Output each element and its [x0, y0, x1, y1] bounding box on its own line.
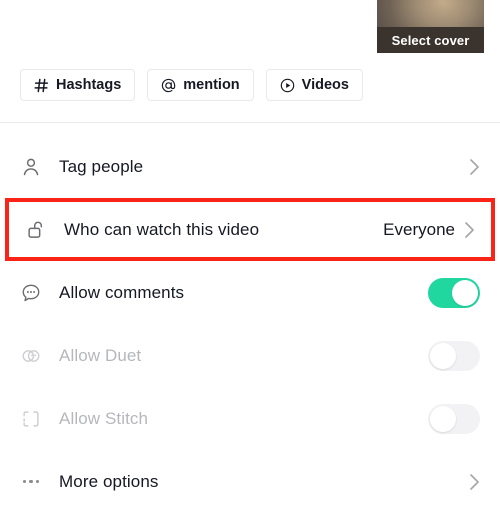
unlock-icon	[23, 217, 49, 243]
post-settings-list: Tag people Who can watch this video Ever…	[0, 135, 500, 513]
toggle-knob	[430, 342, 456, 369]
allow-stitch-toggle[interactable]	[428, 403, 480, 434]
setting-row-who-can-watch[interactable]: Who can watch this video Everyone	[5, 198, 495, 261]
setting-row-more-options[interactable]: More options	[0, 450, 500, 513]
setting-label: Tag people	[59, 156, 144, 176]
caption-tools-row: Hashtags mention Videos	[20, 69, 363, 101]
setting-label: Who can watch this video	[64, 219, 260, 239]
setting-row-allow-comments[interactable]: Allow comments	[0, 261, 500, 324]
videos-button[interactable]: Videos	[265, 69, 363, 101]
allow-duet-toggle[interactable]	[428, 340, 480, 371]
videos-button-label: Videos	[301, 77, 349, 93]
mention-button-label: mention	[183, 77, 240, 93]
toggle-knob	[430, 405, 456, 432]
select-cover-label[interactable]: Select cover	[377, 27, 484, 53]
mention-button[interactable]: mention	[147, 69, 254, 101]
toggle-knob	[452, 279, 478, 306]
allow-comments-toggle[interactable]	[428, 277, 480, 308]
person-icon	[18, 154, 44, 180]
play-circle-icon	[280, 78, 295, 93]
setting-label: More options	[59, 471, 159, 491]
chevron-right-icon	[469, 158, 480, 176]
hash-icon	[34, 78, 49, 93]
setting-row-tag-people[interactable]: Tag people	[0, 135, 500, 198]
setting-row-allow-duet[interactable]: Allow Duet	[0, 324, 500, 387]
setting-label: Allow comments	[59, 282, 185, 302]
hashtags-button[interactable]: Hashtags	[20, 69, 136, 101]
setting-row-allow-stitch[interactable]: Allow Stitch	[0, 387, 500, 450]
select-cover-thumbnail[interactable]: Select cover	[377, 0, 484, 53]
setting-label: Allow Stitch	[59, 408, 149, 428]
hashtags-button-label: Hashtags	[56, 77, 122, 93]
stitch-brackets-icon	[18, 406, 44, 432]
privacy-value: Everyone	[383, 219, 455, 239]
ellipsis-icon	[18, 469, 44, 495]
at-icon	[161, 78, 176, 93]
duet-circles-icon	[18, 343, 44, 369]
chevron-right-icon	[464, 221, 475, 239]
comment-bubble-icon	[18, 280, 44, 306]
chevron-right-icon	[469, 473, 480, 491]
setting-label: Allow Duet	[59, 345, 142, 365]
section-divider	[0, 122, 500, 123]
